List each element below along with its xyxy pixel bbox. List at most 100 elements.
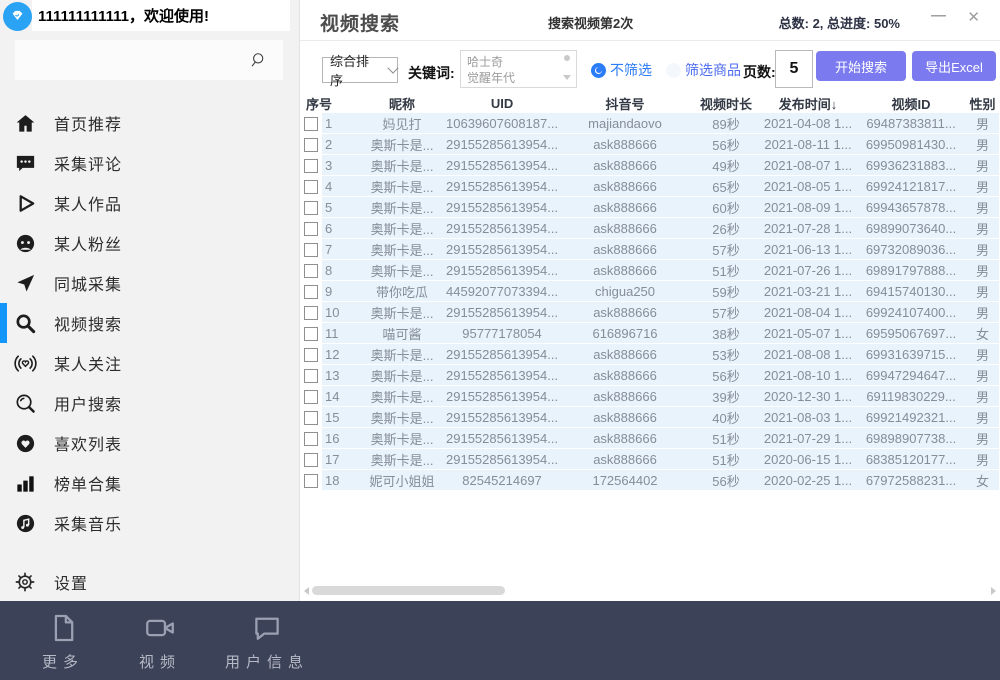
row-checkbox[interactable] — [304, 348, 318, 362]
cell-douyin: ask888666 — [558, 449, 692, 470]
tab-label: 用户信息 — [225, 651, 309, 672]
sidebar-item-user-search[interactable]: 用户搜索 — [0, 383, 299, 423]
row-checkbox[interactable] — [304, 138, 318, 152]
row-checkbox[interactable] — [304, 369, 318, 383]
cell-nickname: 妈见打 — [358, 113, 446, 134]
row-checkbox[interactable] — [304, 432, 318, 446]
export-excel-button[interactable]: 导出Excel — [912, 51, 996, 81]
cell-publish: 2020-06-15 1... — [760, 449, 856, 470]
row-checkbox[interactable] — [304, 390, 318, 404]
sidebar-item-user-fans[interactable]: 某人粉丝 — [0, 223, 299, 263]
sidebar-item-user-works[interactable]: 某人作品 — [0, 183, 299, 223]
cell-uid: 29155285613954... — [446, 302, 558, 323]
row-checkbox[interactable] — [304, 264, 318, 278]
cell-video_id: 69415740130... — [856, 281, 966, 302]
row-checkbox[interactable] — [304, 411, 318, 425]
cell-douyin: majiandaovo — [558, 113, 692, 134]
row-checkbox[interactable] — [304, 222, 318, 236]
cell-video_id: 69947294647... — [856, 365, 966, 386]
cell-uid: 44592077073394... — [446, 281, 558, 302]
row-checkbox-cell — [300, 218, 322, 239]
search-icon — [249, 50, 269, 70]
cell-gender: 男 — [966, 344, 999, 365]
cell-duration: 39秒 — [692, 386, 760, 407]
cell-gender: 男 — [966, 386, 999, 407]
cell-douyin: ask888666 — [558, 239, 692, 260]
cell-duration: 40秒 — [692, 407, 760, 428]
close-button[interactable]: ✕ — [967, 8, 980, 26]
heart-circle-icon — [12, 430, 38, 456]
row-checkbox[interactable] — [304, 201, 318, 215]
home-icon — [12, 110, 38, 136]
cell-duration: 56秒 — [692, 134, 760, 155]
row-checkbox[interactable] — [304, 474, 318, 488]
row-checkbox[interactable] — [304, 243, 318, 257]
minimize-button[interactable]: — — [931, 7, 946, 24]
row-checkbox-cell — [300, 386, 322, 407]
col-header-duration[interactable]: 视频时长 — [692, 93, 760, 113]
sidebar-item-home-feed[interactable]: 首页推荐 — [0, 103, 299, 143]
col-header-gender[interactable]: 性别 — [966, 93, 999, 113]
user-title: 111111111111，欢迎使用! — [32, 5, 209, 26]
row-checkbox[interactable] — [304, 180, 318, 194]
scrollbar-thumb[interactable] — [312, 586, 505, 595]
scroll-right-icon[interactable] — [991, 587, 996, 595]
row-checkbox[interactable] — [304, 285, 318, 299]
sidebar-item-collect-music[interactable]: 采集音乐 — [0, 503, 299, 543]
sidebar-item-user-follow[interactable]: 某人关注 — [0, 343, 299, 383]
row-checkbox[interactable] — [304, 453, 318, 467]
cell-duration: 60秒 — [692, 197, 760, 218]
sidebar-item-rank-collection[interactable]: 榜单合集 — [0, 463, 299, 503]
radio-no-filter[interactable] — [591, 63, 606, 78]
col-header-num[interactable]: 序号 — [300, 93, 358, 113]
col-header-video-id[interactable]: 视频ID — [856, 93, 966, 113]
sidebar-item-like-list[interactable]: 喜欢列表 — [0, 423, 299, 463]
cell-douyin: ask888666 — [558, 197, 692, 218]
radio-no-filter-label[interactable]: 不筛选 — [610, 60, 652, 80]
row-checkbox[interactable] — [304, 159, 318, 173]
cell-nickname: 奥斯卡是... — [358, 218, 446, 239]
table-row: 12奥斯卡是...29155285613954...ask88866653秒20… — [300, 344, 999, 365]
file-icon — [46, 611, 80, 645]
cell-num: 17 — [322, 449, 358, 470]
row-checkbox[interactable] — [304, 117, 318, 131]
cell-num: 12 — [322, 344, 358, 365]
row-checkbox[interactable] — [304, 327, 318, 341]
cell-publish: 2021-07-29 1... — [760, 428, 856, 449]
radio-filter-goods-label[interactable]: 筛选商品 — [685, 60, 741, 80]
row-checkbox[interactable] — [304, 306, 318, 320]
tab-video[interactable]: 视频 — [124, 611, 196, 672]
col-header-uid[interactable]: UID — [446, 93, 558, 113]
video-camera-icon — [143, 611, 177, 645]
spinner-down-icon — [563, 75, 571, 80]
scroll-left-icon[interactable] — [304, 587, 309, 595]
cell-nickname: 妮可小姐姐 — [358, 470, 446, 491]
start-search-button[interactable]: 开始搜索 — [816, 51, 906, 81]
sidebar-item-label: 某人作品 — [54, 191, 122, 215]
horizontal-scrollbar[interactable] — [302, 584, 998, 597]
tab-more[interactable]: 更多 — [28, 611, 98, 672]
sidebar-item-collect-comments[interactable]: 采集评论 — [0, 143, 299, 183]
pages-input[interactable]: 5 — [775, 50, 813, 88]
cell-uid: 29155285613954... — [446, 134, 558, 155]
col-header-douyin[interactable]: 抖音号 — [558, 93, 692, 113]
col-header-publish-time[interactable]: 发布时间↓ — [760, 93, 856, 113]
col-header-nickname[interactable]: 昵称 — [358, 93, 446, 113]
keyword-input[interactable]: 哈士奇 觉醒年代 — [460, 50, 577, 88]
sidebar-item-settings[interactable]: 设置 — [0, 562, 311, 602]
cell-duration: 51秒 — [692, 260, 760, 281]
table-row: 11喵可酱9577717805461689671638秒2021-05-07 1… — [300, 323, 999, 344]
sidebar-item-city-collect[interactable]: 同城采集 — [0, 263, 299, 303]
sidebar-search-input[interactable] — [15, 40, 283, 80]
sidebar-item-video-search[interactable]: 视频搜索 — [0, 303, 299, 343]
cell-duration: 49秒 — [692, 155, 760, 176]
keyword-spinner[interactable] — [561, 53, 573, 85]
tab-user-info[interactable]: 用户信息 — [212, 611, 322, 672]
radio-filter-goods[interactable] — [666, 63, 681, 78]
cell-gender: 男 — [966, 281, 999, 302]
sort-select[interactable]: 综合排序 — [322, 57, 398, 83]
table-row: 9带你吃瓜44592077073394...chigua25059秒2021-0… — [300, 281, 999, 302]
cell-num: 13 — [322, 365, 358, 386]
cell-video_id: 69924107400... — [856, 302, 966, 323]
cell-uid: 82545214697 — [446, 470, 558, 491]
